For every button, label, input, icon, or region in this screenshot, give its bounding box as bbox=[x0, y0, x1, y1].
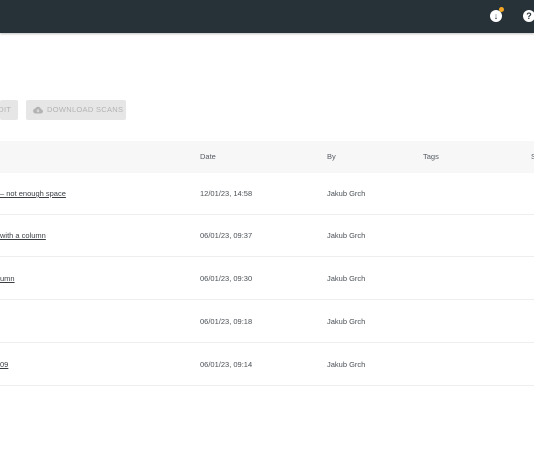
scan-date: 12/01/23, 14:58 bbox=[200, 189, 253, 198]
scan-author: Jakub Grch bbox=[327, 231, 366, 240]
top-app-bar: ↓ ? bbox=[0, 0, 534, 33]
scan-date: 06/01/23, 09:14 bbox=[200, 360, 253, 369]
edit-button[interactable]: EDIT bbox=[0, 100, 18, 120]
table-row[interactable]: 06/01/23, 09:18 Jakub Grch bbox=[0, 301, 534, 343]
table-header: Date By Tags S bbox=[0, 141, 534, 173]
table-row[interactable]: umn 06/01/23, 09:30 Jakub Grch bbox=[0, 258, 534, 300]
scan-name-link[interactable]: – not enough space bbox=[0, 173, 66, 215]
scan-author: Jakub Grch bbox=[327, 274, 366, 283]
table-row[interactable]: 09 06/01/23, 09:14 Jakub Grch bbox=[0, 344, 534, 386]
edit-button-label: EDIT bbox=[0, 105, 12, 114]
scan-name-link[interactable]: umn bbox=[0, 258, 15, 300]
column-header-tags[interactable]: Tags bbox=[423, 141, 439, 173]
column-header-date[interactable]: Date bbox=[200, 141, 216, 173]
scan-date: 06/01/23, 09:18 bbox=[200, 317, 253, 326]
notification-dot bbox=[499, 7, 504, 12]
scan-author: Jakub Grch bbox=[327, 317, 366, 326]
column-header-by[interactable]: By bbox=[327, 141, 336, 173]
cloud-download-icon bbox=[33, 106, 43, 114]
download-scans-label: DOWNLOAD SCANS bbox=[47, 105, 124, 114]
scan-name-link[interactable]: 09 bbox=[0, 344, 8, 386]
help-icon[interactable]: ? bbox=[523, 10, 534, 22]
scan-author: Jakub Grch bbox=[327, 189, 366, 198]
scan-author: Jakub Grch bbox=[327, 360, 366, 369]
table-row[interactable]: with a column 06/01/23, 09:37 Jakub Grch bbox=[0, 215, 534, 257]
download-scans-button[interactable]: DOWNLOAD SCANS bbox=[26, 100, 126, 120]
scan-date: 06/01/23, 09:37 bbox=[200, 231, 253, 240]
scan-date: 06/01/23, 09:30 bbox=[200, 274, 253, 283]
table-row[interactable]: – not enough space 12/01/23, 14:58 Jakub… bbox=[0, 173, 534, 215]
scan-name-link[interactable]: with a column bbox=[0, 215, 46, 257]
